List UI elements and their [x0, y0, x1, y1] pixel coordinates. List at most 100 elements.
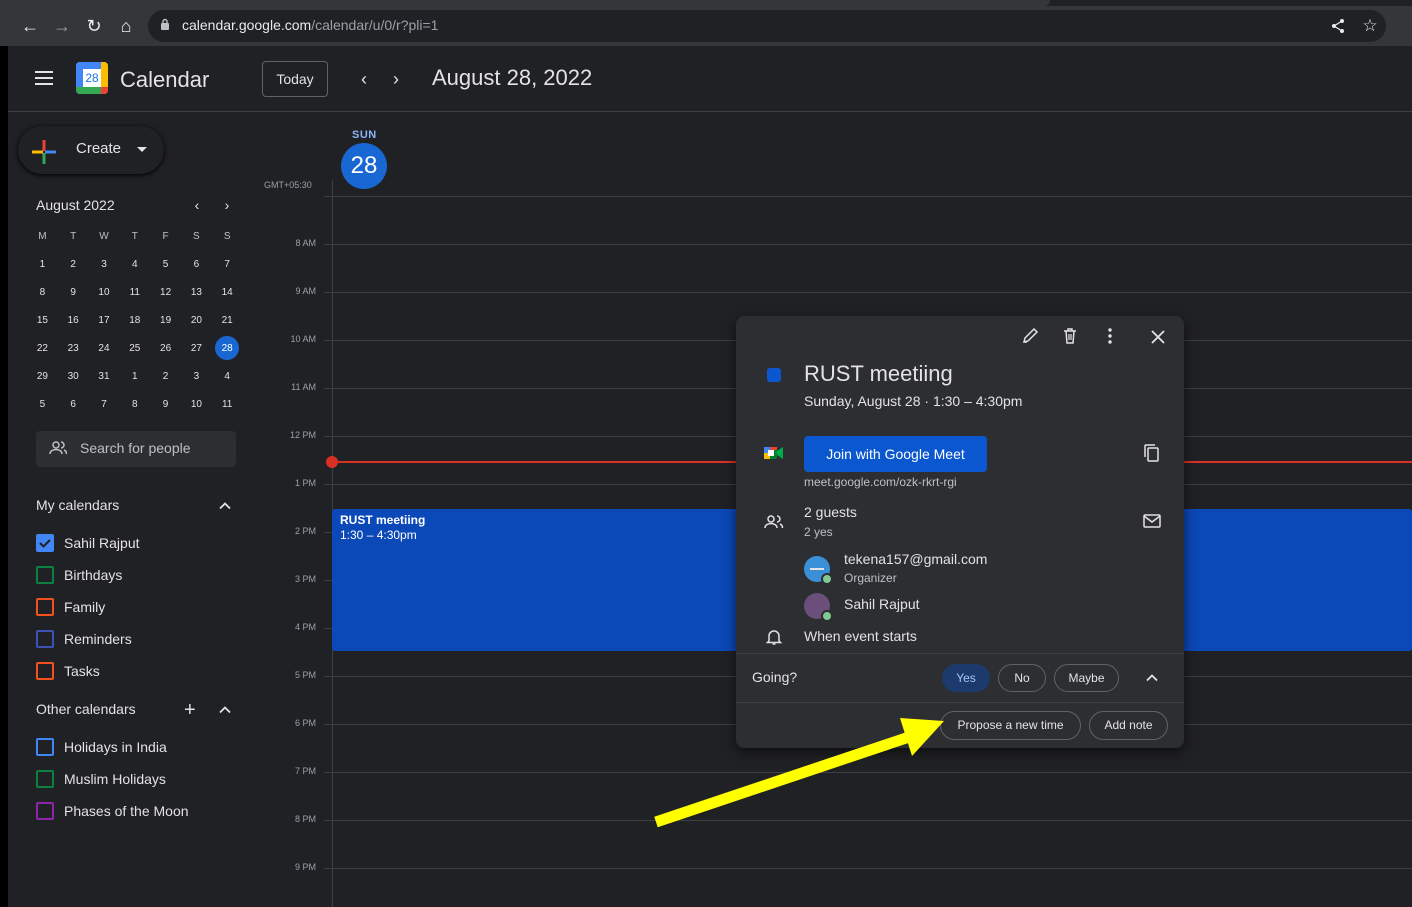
hour-label: 3 PM [294, 574, 316, 584]
share-icon[interactable] [1330, 18, 1346, 34]
calendar-checkbox[interactable] [36, 534, 54, 552]
mini-next-month-icon[interactable]: › [219, 197, 235, 213]
chevron-up-icon[interactable] [1144, 670, 1160, 686]
close-icon[interactable] [1147, 326, 1169, 348]
hour-label: 8 AM [295, 238, 316, 248]
calendar-list-item[interactable]: Phases of the Moon [36, 801, 189, 821]
mini-day[interactable]: 10 [89, 278, 120, 306]
home-icon[interactable]: ⌂ [114, 14, 138, 38]
mini-day[interactable]: 6 [181, 250, 212, 278]
calendar-checkbox[interactable] [36, 802, 54, 820]
collapse-other-calendars-icon[interactable] [218, 703, 232, 717]
mini-day[interactable]: 3 [89, 250, 120, 278]
mini-day[interactable]: 14 [212, 278, 243, 306]
mini-day[interactable]: 3 [181, 362, 212, 390]
mini-day[interactable]: 9 [58, 278, 89, 306]
mini-day[interactable]: 2 [58, 250, 89, 278]
mini-day[interactable]: 22 [27, 334, 58, 362]
mini-day-number: 9 [70, 286, 76, 298]
mini-day[interactable]: 19 [150, 306, 181, 334]
more-options-icon[interactable] [1099, 325, 1121, 347]
rsvp-yes-button[interactable]: Yes [942, 664, 990, 692]
calendar-checkbox[interactable] [36, 598, 54, 616]
add-calendar-icon[interactable]: + [184, 700, 196, 720]
today-button[interactable]: Today [262, 61, 328, 97]
rsvp-no-button[interactable]: No [998, 664, 1046, 692]
calendar-list-item[interactable]: Tasks [36, 661, 100, 681]
day-number[interactable]: 28 [341, 143, 387, 189]
mini-day[interactable]: 5 [27, 390, 58, 418]
my-calendars-title[interactable]: My calendars [36, 497, 119, 513]
join-meet-button[interactable]: Join with Google Meet [804, 436, 987, 472]
mini-weekday-label: T [70, 230, 77, 242]
mini-day[interactable]: 23 [58, 334, 89, 362]
mini-day-number: 20 [190, 314, 202, 326]
meet-link[interactable]: meet.google.com/ozk-rkrt-rgi [804, 475, 957, 489]
hour-line [324, 820, 1412, 821]
browser-active-tab[interactable] [0, 0, 1050, 6]
calendar-list-item[interactable]: Birthdays [36, 565, 122, 585]
mini-day[interactable]: 24 [89, 334, 120, 362]
mini-day[interactable]: 8 [27, 278, 58, 306]
previous-day-icon[interactable]: ‹ [353, 68, 375, 90]
mini-day[interactable]: 30 [58, 362, 89, 390]
mini-day[interactable]: 29 [27, 362, 58, 390]
main-menu-icon[interactable] [35, 71, 53, 85]
calendar-checkbox[interactable] [36, 662, 54, 680]
calendar-checkbox[interactable] [36, 630, 54, 648]
next-day-icon[interactable]: › [385, 68, 407, 90]
mini-prev-month-icon[interactable]: ‹ [189, 197, 205, 213]
mini-day[interactable]: 27 [181, 334, 212, 362]
mini-day[interactable]: 26 [150, 334, 181, 362]
mini-day[interactable]: 1 [119, 362, 150, 390]
email-guests-icon[interactable] [1142, 513, 1162, 529]
mini-day[interactable]: 28 [212, 334, 243, 362]
calendar-list-item[interactable]: Reminders [36, 629, 132, 649]
caret-down-icon[interactable] [137, 147, 147, 152]
add-note-button[interactable]: Add note [1089, 711, 1168, 740]
collapse-my-calendars-icon[interactable] [218, 499, 232, 513]
copy-icon[interactable] [1142, 443, 1162, 463]
mini-day[interactable]: 7 [212, 250, 243, 278]
mini-day[interactable]: 5 [150, 250, 181, 278]
mini-day[interactable]: 31 [89, 362, 120, 390]
mini-day[interactable]: 21 [212, 306, 243, 334]
propose-new-time-button[interactable]: Propose a new time [940, 711, 1081, 740]
rsvp-maybe-button[interactable]: Maybe [1054, 664, 1119, 692]
mini-day[interactable]: 17 [89, 306, 120, 334]
mini-day[interactable]: 25 [119, 334, 150, 362]
mini-day[interactable]: 11 [119, 278, 150, 306]
edit-icon[interactable] [1019, 325, 1041, 347]
address-url[interactable]: calendar.google.com/calendar/u/0/r?pli=1 [182, 17, 438, 33]
calendar-checkbox[interactable] [36, 566, 54, 584]
day-name: SUN [352, 129, 377, 141]
reload-icon[interactable]: ↻ [82, 14, 106, 38]
mini-day[interactable]: 6 [58, 390, 89, 418]
mini-day[interactable]: 18 [119, 306, 150, 334]
mini-day[interactable]: 10 [181, 390, 212, 418]
mini-day[interactable]: 16 [58, 306, 89, 334]
mini-day[interactable]: 7 [89, 390, 120, 418]
mini-day[interactable]: 4 [212, 362, 243, 390]
mini-day[interactable]: 4 [119, 250, 150, 278]
mini-day[interactable]: 1 [27, 250, 58, 278]
calendar-checkbox[interactable] [36, 738, 54, 756]
calendar-checkbox[interactable] [36, 770, 54, 788]
mini-day[interactable]: 8 [119, 390, 150, 418]
mini-day[interactable]: 11 [212, 390, 243, 418]
calendar-list-item[interactable]: Family [36, 597, 105, 617]
delete-icon[interactable] [1059, 325, 1081, 347]
back-icon[interactable]: ← [18, 14, 42, 38]
mini-day[interactable]: 13 [181, 278, 212, 306]
star-icon[interactable]: ☆ [1358, 14, 1382, 38]
mini-day[interactable]: 15 [27, 306, 58, 334]
mini-day[interactable]: 20 [181, 306, 212, 334]
calendar-list-item[interactable]: Muslim Holidays [36, 769, 166, 789]
calendar-list-item[interactable]: Sahil Rajput [36, 533, 140, 553]
mini-day[interactable]: 2 [150, 362, 181, 390]
calendar-list-item[interactable]: Holidays in India [36, 737, 167, 757]
mini-day[interactable]: 9 [150, 390, 181, 418]
other-calendars-title[interactable]: Other calendars [36, 701, 136, 717]
mini-day[interactable]: 12 [150, 278, 181, 306]
forward-icon[interactable]: → [50, 14, 74, 38]
